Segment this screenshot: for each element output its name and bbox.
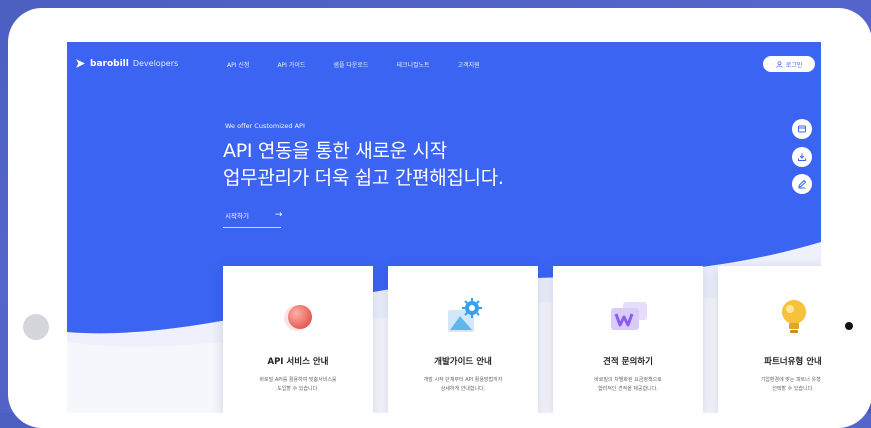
card-description: 개발 시작 단계부터 API 활용방법까지 상세하게 안내합니다. (398, 376, 528, 394)
logo-mark-icon (76, 59, 85, 68)
menu-item-tech-note[interactable]: 테크니컬노트 (396, 60, 429, 69)
start-label: 시작하기 (225, 212, 249, 220)
home-button[interactable] (23, 314, 49, 340)
menu-item-sample-download[interactable]: 샘플 다운로드 (333, 60, 368, 69)
edit-icon (798, 179, 807, 189)
start-underline (223, 227, 281, 228)
card-quote-inquiry[interactable]: 견적 문의하기 바로빌의 차별화된 요금정책으로 합리적인 견적을 제공합니다. (553, 266, 703, 413)
bulb-icon (782, 300, 806, 333)
gear-icon (448, 298, 482, 332)
card-desc-line: 기업환경에 맞는 파트너 유형을 (760, 377, 821, 383)
card-desc-line: 도입할 수 있습니다. (277, 386, 319, 392)
card-title: 파트너유형 안내 (764, 357, 821, 367)
brand-logo[interactable]: barobill Developers (75, 58, 178, 69)
card-desc-line: 바로빌의 차별화된 요금정책으로 (594, 377, 662, 383)
menu-item-api-guide[interactable]: API 가이드 (277, 60, 305, 69)
card-description: 바로빌 API를 활용하여 맞춤서비스를 도입할 수 있습니다. (233, 376, 363, 394)
card-title: API 서비스 안내 (267, 357, 329, 367)
side-edit-button[interactable] (792, 174, 812, 194)
card-desc-line: 합리적인 견적을 제공합니다. (598, 386, 658, 392)
hero-line-2: 업무관리가 더욱 쉽고 간편해집니다. (223, 167, 504, 189)
top-navigation: barobill Developers API 신청 API 가이드 샘플 다운… (67, 42, 821, 86)
card-title: 개발가이드 안내 (434, 357, 492, 367)
hero-eyebrow: We offer Customized API (225, 122, 305, 130)
download-icon (798, 153, 806, 161)
brand-sub: Developers (132, 59, 179, 68)
document-icon (798, 125, 806, 133)
quote-icon (611, 302, 647, 330)
brand-name: barobill (90, 58, 129, 69)
card-desc-line: 선택할 수 있습니다. (772, 386, 814, 392)
card-description: 기업환경에 맞는 파트너 유형을 선택할 수 있습니다. (728, 376, 821, 394)
card-description: 바로빌의 차별화된 요금정책으로 합리적인 견적을 제공합니다. (563, 376, 693, 394)
arrow-right-icon: → (274, 210, 283, 220)
side-document-button[interactable] (792, 119, 812, 139)
camera-dot (845, 322, 853, 330)
user-icon (776, 60, 783, 68)
card-dev-guide[interactable]: 개발가이드 안내 개발 시작 단계부터 API 활용방법까지 상세하게 안내합니… (388, 266, 538, 413)
card-desc-line: 상세하게 안내합니다. (440, 386, 486, 392)
side-download-button[interactable] (792, 147, 812, 167)
card-api-service[interactable]: API 서비스 안내 바로빌 API를 활용하여 맞춤서비스를 도입할 수 있습… (223, 266, 373, 413)
menu-item-api-apply[interactable]: API 신청 (227, 60, 249, 69)
menu-item-support[interactable]: 고객지원 (458, 60, 480, 69)
card-desc-line: 개발 시작 단계부터 API 활용방법까지 (423, 377, 503, 383)
hero-line-1: API 연동을 통한 새로운 시작 (223, 140, 447, 162)
card-partner-type[interactable]: 파트너유형 안내 기업환경에 맞는 파트너 유형을 선택할 수 있습니다. (718, 266, 821, 413)
main-menu: API 신청 API 가이드 샘플 다운로드 테크니컬노트 고객지원 (227, 60, 508, 69)
start-link[interactable]: 시작하기 → (225, 210, 282, 220)
card-desc-line: 바로빌 API를 활용하여 맞춤서비스를 (259, 377, 337, 383)
card-title: 견적 문의하기 (603, 357, 653, 367)
sphere-icon (284, 305, 312, 331)
login-button[interactable]: 로그인 (763, 56, 815, 72)
website-screen: barobill Developers API 신청 API 가이드 샘플 다운… (67, 42, 821, 413)
login-label: 로그인 (785, 61, 803, 69)
hero-headline: API 연동을 통한 새로운 시작 업무관리가 더욱 쉽고 간편해집니다. (223, 138, 504, 192)
